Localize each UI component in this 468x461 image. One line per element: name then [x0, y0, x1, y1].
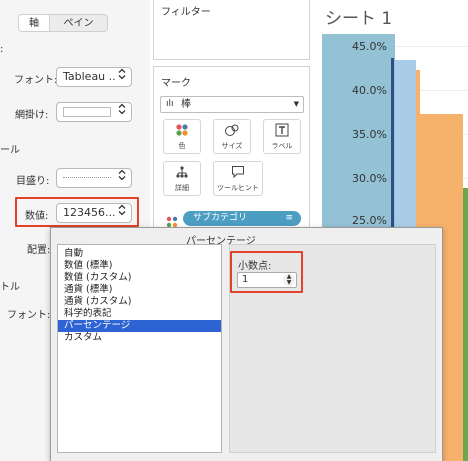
chevron-updown-icon: [118, 169, 126, 187]
detail-tree-icon: [164, 165, 200, 181]
size-button[interactable]: サイズ: [213, 119, 251, 154]
bar[interactable]: [463, 188, 468, 461]
sort-icon: ≡: [285, 213, 293, 223]
numbers-dropdown[interactable]: 123456...: [56, 203, 132, 223]
dotted-line-preview: [63, 177, 111, 178]
format-option[interactable]: 通貨 (標準): [58, 284, 221, 296]
axis-tick: 40.0%: [352, 84, 387, 97]
format-option[interactable]: 通貨 (カスタム): [58, 296, 221, 308]
format-option[interactable]: カスタム: [58, 332, 221, 344]
shading-label: 網掛け:: [15, 110, 49, 121]
shading-swatch: [63, 107, 111, 117]
decimals-label: 小数点:: [238, 261, 272, 272]
marks-title: マーク: [161, 78, 191, 89]
stepper-arrows-icon[interactable]: ▲ ▼: [283, 274, 295, 286]
gridlines-dropdown[interactable]: [56, 168, 132, 188]
label-caption: ラベル: [271, 142, 293, 150]
title-section-heading: トル: [0, 282, 20, 293]
format-option[interactable]: 数値 (カスタム): [58, 272, 221, 284]
caret-down-icon: ▼: [293, 100, 299, 108]
subcategory-pill[interactable]: サブカテゴリ ≡: [183, 211, 301, 226]
gridlines-label: 目盛り:: [16, 176, 50, 187]
bar-chart-icon: ılı: [166, 99, 174, 109]
tooltip-button[interactable]: ツールヒント: [213, 161, 263, 196]
mark-type-label: 棒: [181, 99, 191, 110]
filters-shelf[interactable]: フィルター: [153, 0, 310, 60]
detail-caption: 詳細: [175, 184, 189, 192]
tooltip-caption: ツールヒント: [217, 184, 259, 192]
filters-title: フィルター: [161, 7, 211, 18]
format-option[interactable]: 科学的表記: [58, 308, 221, 320]
chevron-updown-icon: [118, 68, 126, 86]
format-option[interactable]: 数値 (標準): [58, 260, 221, 272]
axis-tick: 30.0%: [352, 172, 387, 185]
font-label: フォント:: [14, 75, 58, 86]
color-dots-icon: [164, 123, 200, 139]
axis-tick: 45.0%: [352, 40, 387, 53]
shading-dropdown[interactable]: [56, 102, 132, 122]
alignment-label: 配置:: [27, 245, 51, 256]
format-list[interactable]: 自動 数値 (標準) 数値 (カスタム) 通貨 (標準) 通貨 (カスタム) 科…: [57, 244, 222, 453]
font-dropdown[interactable]: Tableau ..: [56, 67, 132, 87]
decimals-value: 1: [242, 274, 249, 285]
numbers-label: 数値:: [25, 211, 49, 222]
format-option-selected[interactable]: パーセンテージ: [58, 320, 221, 332]
chevron-updown-icon: [118, 103, 126, 121]
label-button[interactable]: ラベル: [263, 119, 301, 154]
size-caption: サイズ: [221, 142, 243, 150]
tab-axis[interactable]: 軸: [18, 14, 50, 32]
chevron-updown-icon: [118, 204, 126, 222]
color-caption: 色: [178, 142, 186, 150]
numbers-value: 123456...: [63, 206, 116, 219]
title-font-label: フォント:: [7, 310, 51, 321]
detail-button[interactable]: 詳細: [163, 161, 201, 196]
mark-type-dropdown[interactable]: ılı 棒 ▼: [160, 96, 304, 113]
pill-label: サブカテゴリ: [193, 213, 248, 223]
label-T-icon: [264, 123, 300, 139]
tool-section-heading: ール: [0, 145, 20, 156]
colon-mark: :: [0, 44, 4, 55]
size-circles-icon: [214, 123, 250, 139]
format-option[interactable]: 自動: [58, 248, 221, 260]
color-button[interactable]: 色: [163, 119, 201, 154]
gridline: [395, 46, 468, 47]
decimals-stepper[interactable]: 1 ▲ ▼: [237, 272, 297, 288]
sheet-title: シート 1: [325, 9, 393, 29]
tooltip-bubble-icon: [214, 165, 262, 181]
font-value: Tableau ..: [63, 70, 116, 83]
axis-tick: 35.0%: [352, 128, 387, 141]
tab-pane[interactable]: ペイン: [50, 14, 108, 32]
axis-tick: 25.0%: [352, 214, 387, 227]
